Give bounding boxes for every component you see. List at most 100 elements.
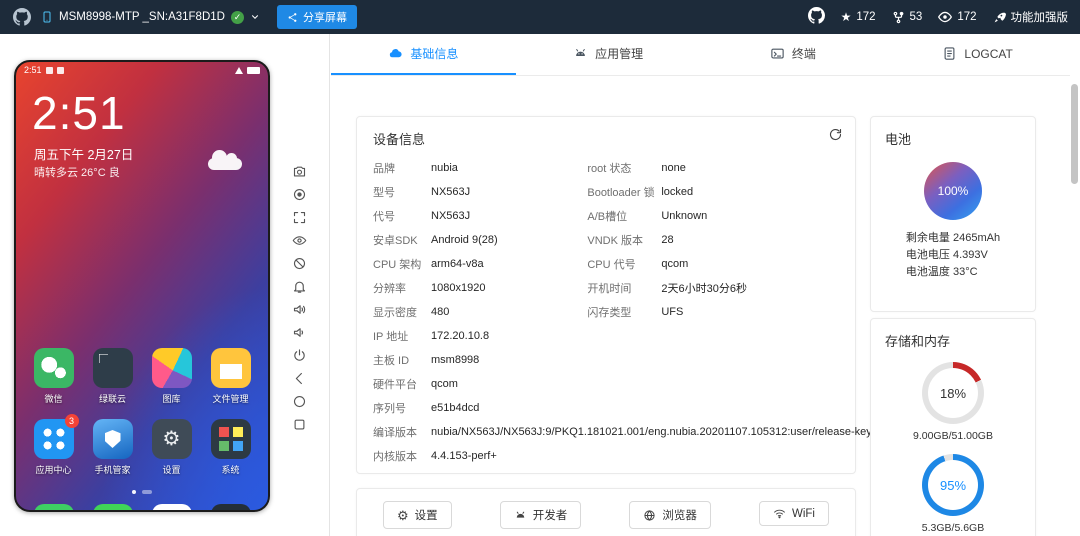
cloud-icon: [388, 46, 403, 61]
app-gallery[interactable]: 图库: [142, 348, 201, 405]
app-app-center[interactable]: 3 应用中心: [24, 419, 83, 476]
info-value: nubia: [431, 162, 458, 174]
info-row: Bootloader 锁locked: [587, 180, 839, 204]
info-label: A/B槽位: [587, 208, 661, 224]
memory-label: 5.3GB/5.6GB: [885, 522, 1021, 534]
pro-version-link[interactable]: 功能加强版: [993, 9, 1069, 25]
info-value: qcom: [661, 258, 688, 270]
github-icon[interactable]: [808, 7, 825, 27]
open-developer-button[interactable]: 开发者: [500, 501, 582, 529]
app-browser[interactable]: 浏览器: [142, 504, 201, 512]
app-label: 设置: [162, 463, 180, 476]
app-label: 文件管理: [212, 392, 248, 405]
info-value: Android 9(28): [431, 234, 498, 246]
fork-count[interactable]: 53: [892, 11, 923, 24]
notification-icon: [46, 67, 53, 74]
app-ugreen-cloud[interactable]: 绿联云: [83, 348, 142, 405]
app-label: 应用中心: [35, 463, 71, 476]
app-messages[interactable]: 信息: [83, 504, 142, 512]
info-label: 显示密度: [373, 304, 431, 320]
volume-down-button[interactable]: [288, 323, 310, 341]
info-value: 28: [661, 234, 673, 246]
memory-percent: 95%: [940, 478, 966, 493]
info-row: 开机时间2天6小时30分6秒: [587, 276, 839, 300]
dialer-app-icon: [34, 504, 74, 512]
app-phone-guard[interactable]: 手机管家: [83, 419, 142, 476]
info-label: 硬件平台: [373, 376, 431, 392]
view-button[interactable]: [288, 231, 310, 249]
terminal-icon: [770, 46, 785, 61]
app-camera[interactable]: 相机: [201, 504, 260, 512]
eye-icon: [938, 10, 952, 24]
app-dialer[interactable]: 拨号: [24, 504, 83, 512]
open-browser-button[interactable]: 浏览器: [629, 501, 711, 529]
fullscreen-button[interactable]: [288, 208, 310, 226]
info-value: 480: [431, 306, 449, 318]
tab-app-manager[interactable]: 应用管理: [516, 34, 701, 75]
info-label: 型号: [373, 184, 431, 200]
app-logo-icon[interactable]: [12, 7, 32, 27]
device-info-card: 设备信息 品牌nubia 型号NX563J 代号NX563J 安卓SDKAndr…: [356, 116, 856, 474]
info-row: VNDK 版本28: [587, 228, 839, 252]
back-button[interactable]: [288, 369, 310, 387]
refresh-button[interactable]: [828, 127, 843, 147]
browser-app-icon: [152, 504, 192, 512]
rocket-icon: [993, 11, 1006, 24]
watch-count[interactable]: 172: [938, 10, 976, 24]
open-wifi-button[interactable]: WiFi: [759, 501, 829, 526]
notifications-button[interactable]: [288, 277, 310, 295]
developer-icon: [514, 509, 527, 522]
tab-label: 终端: [792, 45, 816, 62]
device-info-grid: 品牌nubia 型号NX563J 代号NX563J 安卓SDKAndroid 9…: [373, 156, 839, 468]
info-label: 分辨率: [373, 280, 431, 296]
tab-terminal[interactable]: 终端: [701, 34, 886, 75]
star-count[interactable]: ★ 172: [841, 10, 876, 24]
power-button[interactable]: [288, 346, 310, 364]
app-file-manager[interactable]: 文件管理: [201, 348, 260, 405]
app-system[interactable]: 系统: [201, 419, 260, 476]
app-center-icon: 3: [34, 419, 74, 459]
scrollbar-thumb[interactable]: [1071, 84, 1078, 184]
info-value: 2天6小时30分6秒: [661, 280, 747, 296]
screenshot-button[interactable]: [288, 162, 310, 180]
chevron-down-icon[interactable]: [250, 12, 260, 22]
tab-logcat[interactable]: LOGCAT: [885, 34, 1070, 75]
android-icon: [573, 46, 588, 61]
battery-card: 电池 100% 剩余电量 2465mAh 电池电压 4.393V 电池温度 33…: [870, 116, 1036, 312]
volume-up-button[interactable]: [288, 300, 310, 318]
recents-button[interactable]: [288, 415, 310, 433]
lockscreen-clock: 2:51: [32, 86, 126, 140]
info-label: VNDK 版本: [587, 232, 661, 248]
info-label: 闪存类型: [587, 304, 661, 320]
app-wechat[interactable]: 微信: [24, 348, 83, 405]
phone-screen[interactable]: 2:51 2:51 周五下午 2月27日 晴转多云 26°C 良 微信: [14, 60, 270, 512]
record-button[interactable]: [288, 185, 310, 203]
lockscreen-weather: 晴转多云 26°C 良: [34, 164, 120, 180]
info-row: 安卓SDKAndroid 9(28): [373, 228, 587, 252]
logcat-icon: [942, 46, 957, 61]
info-label: 主板 ID: [373, 352, 431, 368]
tab-basic-info[interactable]: 基础信息: [331, 34, 516, 75]
mirror-toolbar: [281, 162, 317, 433]
cloud-icon: [208, 158, 242, 170]
quick-action-label: 设置: [415, 507, 438, 523]
info-label: 开机时间: [587, 280, 661, 296]
info-value: NX563J: [431, 210, 470, 222]
open-settings-button[interactable]: ⚙ 设置: [383, 501, 452, 529]
storage-label: 9.00GB/51.00GB: [885, 430, 1021, 442]
dock-grid: 拨号 信息 浏览器 相机: [24, 504, 260, 512]
home-page-dots: [16, 490, 268, 494]
info-value: NX563J: [431, 186, 470, 198]
device-mirror-panel: 2:51 2:51 周五下午 2月27日 晴转多云 26°C 良 微信: [0, 34, 330, 536]
home-button[interactable]: [288, 392, 310, 410]
guard-app-icon: [93, 419, 133, 459]
share-screen-button[interactable]: 分享屏幕: [277, 5, 357, 29]
info-row: 显示密度480: [373, 300, 587, 324]
disable-screen-button[interactable]: [288, 254, 310, 272]
files-app-icon: [211, 348, 251, 388]
app-settings[interactable]: 设置: [142, 419, 201, 476]
device-selector[interactable]: MSM8998-MTP _SN:A31F8D1D ✓: [41, 10, 260, 24]
tab-label: 基础信息: [410, 45, 458, 62]
info-row: 型号NX563J: [373, 180, 587, 204]
info-value: UFS: [661, 306, 683, 318]
